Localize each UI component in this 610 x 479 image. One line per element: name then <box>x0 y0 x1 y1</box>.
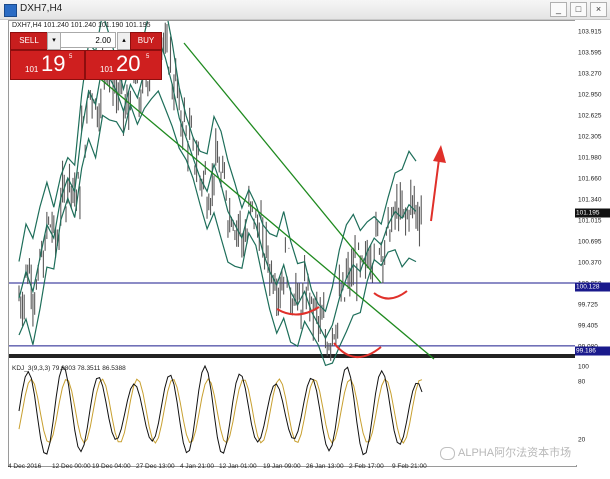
price-tick: 99.405 <box>578 322 598 330</box>
time-tick: 19 Dec 04:00 <box>92 463 131 470</box>
channel-line-lower <box>78 60 435 360</box>
kdj-d-line <box>18 378 423 444</box>
minimize-button[interactable]: _ <box>550 2 567 17</box>
price-tick: 99.725 <box>578 301 598 309</box>
up-arrow-head <box>433 145 446 163</box>
price-tick: 100.370 <box>578 259 602 267</box>
one-click-trading-panel: SELL ▾ 2.00 ▴ BUY 101 19 5 101 20 5 <box>10 32 162 80</box>
time-axis: 4 Dec 2016 12 Dec 00:00 19 Dec 04:00 27 Dec… <box>8 463 575 475</box>
buy-price-main: 20 <box>116 51 141 76</box>
sell-quote[interactable]: 101 19 5 <box>10 50 85 80</box>
kdj-tick: 100 <box>578 363 589 371</box>
price-level-tag: 101.195 <box>575 208 610 218</box>
price-tick: 101.980 <box>578 154 602 162</box>
time-tick: 26 Jan 13:00 <box>306 463 344 470</box>
time-tick: 9 Feb 21:00 <box>392 463 427 470</box>
price-tick: 103.595 <box>578 49 602 57</box>
price-tick: 102.305 <box>578 133 602 141</box>
time-tick: 27 Dec 13:00 <box>136 463 175 470</box>
price-level-tag: 99.186 <box>575 346 610 356</box>
price-level-tag: 100.128 <box>575 282 610 292</box>
buy-price-prefix: 101 <box>100 65 114 74</box>
price-tick: 101.340 <box>578 196 602 204</box>
sell-button[interactable]: SELL <box>10 32 48 50</box>
window-title: DXH7,H4 <box>20 3 63 14</box>
time-tick: 12 Jan 01:00 <box>219 463 257 470</box>
title-bar[interactable]: DXH7,H4 _ □ × <box>0 0 610 20</box>
kdj-tick: 20 <box>578 436 586 444</box>
lot-decrease-button[interactable]: ▾ <box>47 32 61 50</box>
time-tick: 2 Feb 17:00 <box>349 463 384 470</box>
price-tick: 100.695 <box>578 238 602 246</box>
time-tick: 19 Jan 09:00 <box>263 463 301 470</box>
price-tick: 101.660 <box>578 175 602 183</box>
close-button[interactable]: × <box>590 2 607 17</box>
time-tick: 4 Jan 21:00 <box>180 463 214 470</box>
price-axis: 103.915 103.595 103.270 102.950 102.625 102.3… <box>575 20 610 465</box>
symbol-info: DXH7,H4 101.240 101.240 101.190 101.195 <box>12 22 151 29</box>
kdj-indicator-label: KDJ_3(9,3,3) 79.0803 78.3511 86.5388 <box>12 365 126 372</box>
up-arrow-shaft <box>430 158 440 222</box>
price-chart[interactable] <box>8 20 577 467</box>
chart-window: DXH7,H4 _ □ × DXH7,H4 101.240 101.240 10… <box>0 0 610 479</box>
price-tick: 103.915 <box>578 28 602 36</box>
sell-price-fraction: 5 <box>69 54 73 60</box>
sell-price-prefix: 101 <box>25 65 39 74</box>
time-tick: 4 Dec 2016 <box>8 463 42 470</box>
wechat-icon <box>440 446 455 460</box>
maximize-button[interactable]: □ <box>570 2 587 17</box>
sell-price-main: 19 <box>41 51 66 76</box>
watermark: ALPHA阿尔法资本市场 <box>440 444 571 460</box>
kdj-k-line <box>18 364 423 456</box>
channel-line-upper <box>183 42 382 284</box>
price-tick: 102.950 <box>578 91 602 99</box>
kdj-tick: 80 <box>578 378 586 386</box>
buy-button[interactable]: BUY <box>130 32 162 50</box>
lot-increase-button[interactable]: ▴ <box>117 32 131 50</box>
watermark-text: ALPHA阿尔法资本市场 <box>458 447 572 459</box>
price-tick: 101.015 <box>578 217 602 225</box>
price-tick: 102.625 <box>578 112 602 120</box>
support-arc <box>373 290 408 300</box>
chart-window-icon <box>4 4 17 17</box>
lot-size-input[interactable]: 2.00 <box>60 32 116 48</box>
time-tick: 12 Dec 00:00 <box>52 463 91 470</box>
pane-separator <box>9 354 576 358</box>
buy-price-fraction: 5 <box>146 54 150 60</box>
chart-canvas <box>9 21 576 456</box>
price-tick: 103.270 <box>578 70 602 78</box>
buy-quote[interactable]: 101 20 5 <box>85 50 162 80</box>
